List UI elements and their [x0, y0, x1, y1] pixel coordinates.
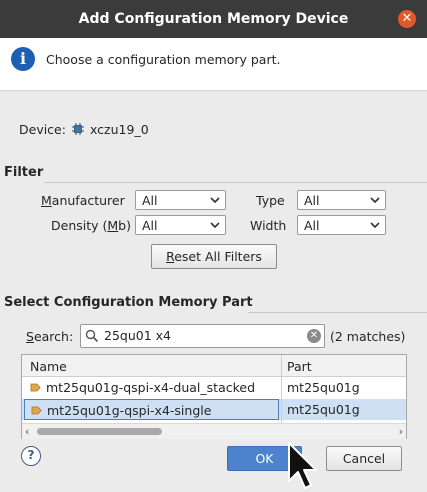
filter-section-title: Filter [4, 165, 44, 180]
close-button[interactable]: ✕ [398, 10, 416, 28]
horizontal-scrollbar[interactable]: ‹ › [22, 423, 406, 439]
cancel-button[interactable]: Cancel [326, 446, 402, 471]
part-name: mt25qu01g-qspi-x4-single [47, 403, 212, 418]
table-row-selected[interactable]: mt25qu01g-qspi-x4-single mt25qu01g [22, 399, 406, 420]
device-label: Device: [19, 122, 66, 137]
scroll-right-icon[interactable]: › [399, 425, 403, 438]
chevron-down-icon [210, 222, 220, 229]
device-value: xczu19_0 [90, 122, 149, 137]
search-label: Search: [26, 329, 74, 344]
density-label: Density (Mb) [51, 218, 131, 233]
filter-divider [44, 182, 427, 183]
part-name: mt25qu01g-qspi-x4-dual_stacked [46, 380, 256, 395]
width-label: Width [250, 218, 287, 233]
reset-filters-button[interactable]: Reset All Filters [151, 244, 277, 269]
select-divider [248, 312, 427, 313]
info-banner: i Choose a configuration memory part. [0, 38, 427, 91]
manufacturer-value: All [142, 193, 158, 208]
type-value: All [304, 193, 320, 208]
part-icon [30, 383, 41, 392]
title-bar: Add Configuration Memory Device ✕ [0, 0, 427, 38]
search-value: 25qu01 x4 [104, 328, 171, 343]
search-icon [85, 329, 99, 343]
type-label: Type [256, 193, 285, 208]
chevron-down-icon [370, 197, 380, 204]
table-header: Name Part [22, 355, 406, 377]
scrollbar-thumb[interactable] [37, 428, 162, 435]
info-icon: i [11, 47, 35, 71]
chevron-down-icon [370, 222, 380, 229]
mouse-cursor-icon [288, 442, 317, 489]
part-value: mt25qu01g [287, 402, 360, 417]
chip-icon [72, 123, 84, 135]
clear-search-icon[interactable]: ✕ [307, 329, 321, 343]
banner-text: Choose a configuration memory part. [46, 52, 281, 67]
type-select[interactable]: All [297, 190, 386, 210]
density-value: All [142, 218, 158, 233]
manufacturer-label: Manufacturer [41, 193, 125, 208]
parts-table: Name Part mt25qu01g-qspi-x4-dual_stacked… [21, 354, 407, 439]
chevron-down-icon [210, 197, 220, 204]
density-select[interactable]: All [135, 215, 226, 235]
match-count: (2 matches) [330, 329, 406, 344]
name-cell: mt25qu01g-qspi-x4-dual_stacked [24, 377, 279, 398]
column-header-name[interactable]: Name [30, 359, 67, 374]
table-row[interactable]: mt25qu01g-qspi-x4-dual_stacked mt25qu01g [22, 377, 406, 398]
help-icon[interactable]: ? [21, 446, 41, 466]
search-input[interactable]: 25qu01 x4 ✕ [80, 324, 325, 348]
select-section-title: Select Configuration Memory Part [4, 295, 253, 310]
window-title: Add Configuration Memory Device [78, 11, 349, 27]
part-icon [31, 406, 42, 415]
part-value: mt25qu01g [287, 380, 360, 395]
name-cell: mt25qu01g-qspi-x4-single [24, 399, 279, 420]
width-value: All [304, 218, 320, 233]
width-select[interactable]: All [297, 215, 386, 235]
column-header-part[interactable]: Part [287, 359, 312, 374]
scroll-left-icon[interactable]: ‹ [25, 425, 29, 438]
manufacturer-select[interactable]: All [135, 190, 226, 210]
column-separator [281, 355, 282, 423]
